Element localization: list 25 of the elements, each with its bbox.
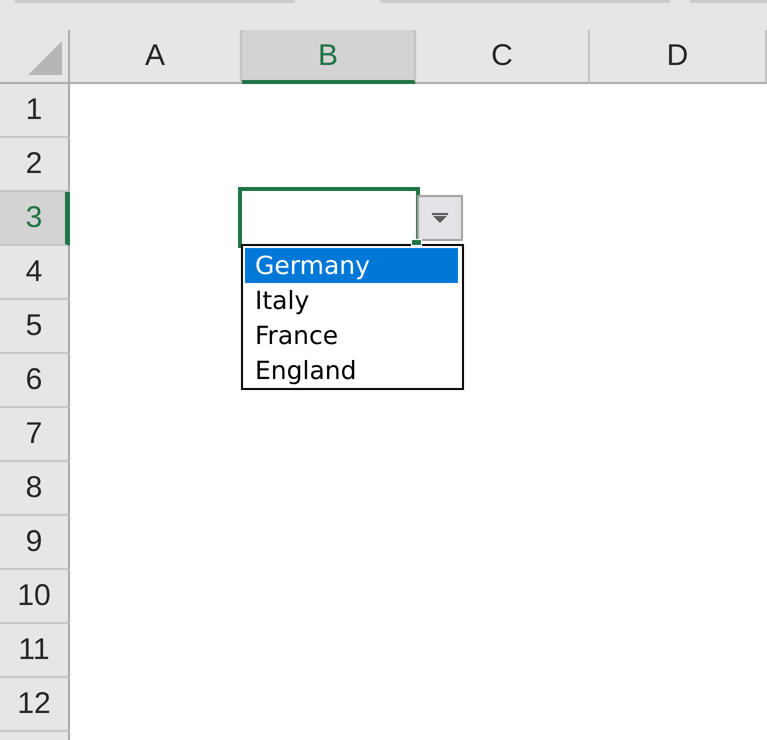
row-header[interactable]: 3 — [0, 192, 70, 246]
list-option[interactable]: Germany — [245, 248, 458, 283]
triangle-icon — [28, 41, 62, 75]
row-header[interactable]: 10 — [0, 570, 70, 624]
row-header[interactable]: 11 — [0, 624, 70, 678]
row-header[interactable]: 5 — [0, 300, 70, 354]
selected-cell[interactable] — [238, 187, 420, 248]
dropdown-button[interactable] — [417, 195, 463, 241]
column-header[interactable]: C — [416, 30, 590, 84]
fill-handle-icon[interactable] — [411, 239, 422, 246]
list-option[interactable]: England — [245, 353, 458, 388]
row-header[interactable]: 9 — [0, 516, 70, 570]
row-header[interactable]: 1 — [0, 84, 70, 138]
row-header[interactable]: 6 — [0, 354, 70, 408]
caret-icon — [432, 213, 448, 223]
row-header[interactable]: 7 — [0, 408, 70, 462]
column-header[interactable]: D — [590, 30, 767, 84]
row-header[interactable]: 4 — [0, 246, 70, 300]
list-option[interactable]: France — [245, 318, 458, 353]
column-header[interactable]: B — [242, 30, 416, 84]
row-header[interactable]: 2 — [0, 138, 70, 192]
row-header[interactable]: 12 — [0, 678, 70, 732]
column-header[interactable]: A — [70, 30, 242, 84]
row-header[interactable]: 8 — [0, 462, 70, 516]
list-option[interactable]: Italy — [245, 283, 458, 318]
